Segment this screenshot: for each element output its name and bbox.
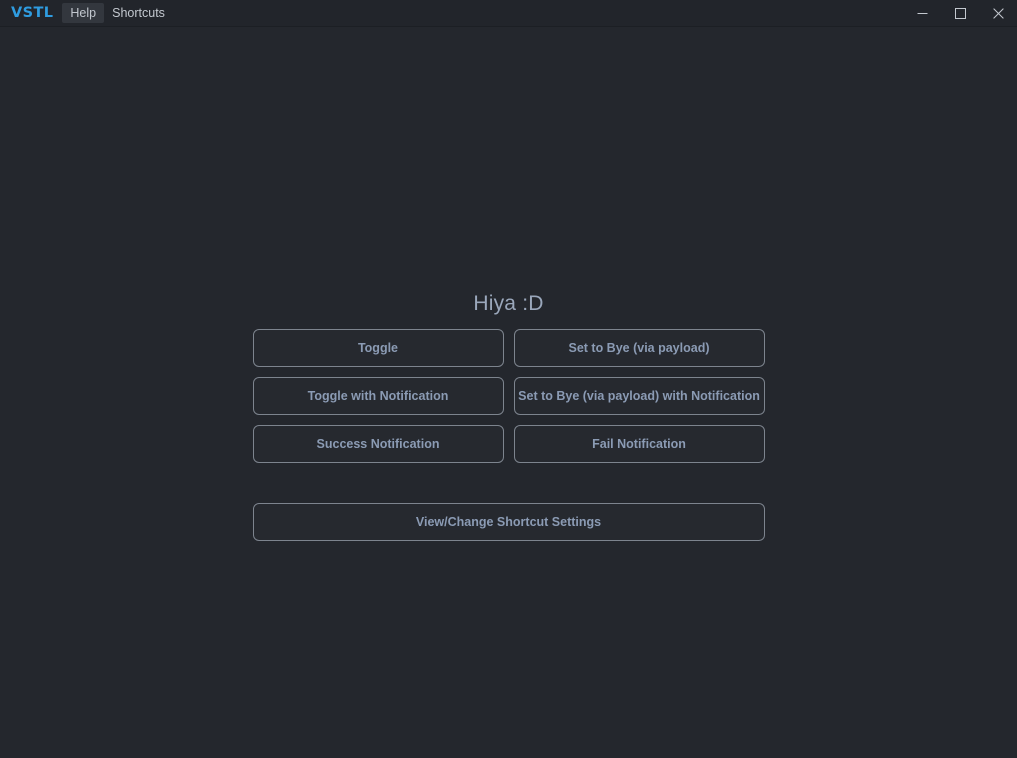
set-to-bye-button[interactable]: Set to Bye (via payload) [513, 329, 765, 368]
minimize-icon [917, 8, 928, 19]
success-notification-button[interactable]: Success Notification [252, 425, 504, 464]
action-button-grid: Toggle Set to Bye (via payload) Toggle w… [252, 329, 765, 542]
close-icon [992, 7, 1004, 19]
titlebar: VSTL Help Shortcuts [0, 0, 1017, 27]
set-to-bye-with-notification-button[interactable]: Set to Bye (via payload) with Notificati… [513, 377, 765, 416]
page-title: Hiya :D [473, 292, 544, 315]
close-button[interactable] [979, 0, 1017, 26]
action-panel: Hiya :D Toggle Set to Bye (via payload) … [252, 291, 765, 542]
app-logo: VSTL [11, 4, 54, 21]
view-change-shortcut-settings-button[interactable]: View/Change Shortcut Settings [252, 503, 765, 542]
main-content: Hiya :D Toggle Set to Bye (via payload) … [0, 27, 1017, 757]
toggle-button[interactable]: Toggle [252, 329, 504, 368]
window-controls [903, 0, 1017, 26]
maximize-icon [954, 7, 966, 19]
menu-item-shortcuts[interactable]: Shortcuts [104, 3, 173, 24]
toggle-with-notification-button[interactable]: Toggle with Notification [252, 377, 504, 416]
fail-notification-button[interactable]: Fail Notification [513, 425, 765, 464]
menu-bar: Help Shortcuts [62, 0, 173, 26]
minimize-button[interactable] [903, 0, 941, 26]
maximize-button[interactable] [941, 0, 979, 26]
menu-item-help[interactable]: Help [62, 2, 105, 24]
